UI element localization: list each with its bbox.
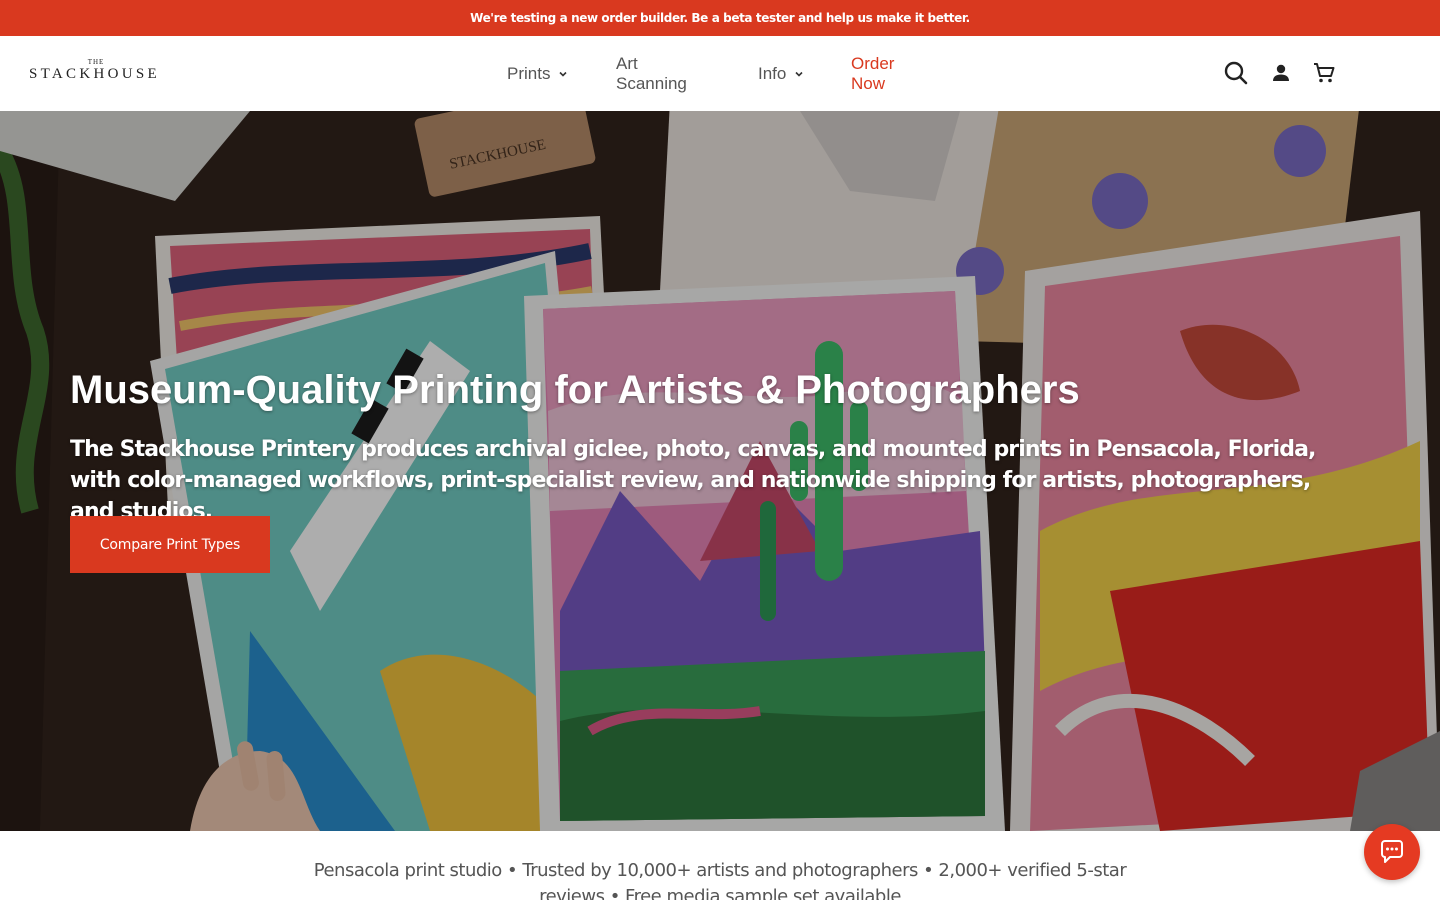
nav-label-info: Info	[758, 64, 787, 83]
chevron-down-icon	[559, 71, 568, 77]
logo-small-text: THE	[87, 58, 105, 66]
nav-item-prints[interactable]: Prints	[507, 63, 568, 85]
hero-section: STACKHOUSE Museum-Quality Printing for A…	[0, 111, 1440, 831]
nav-item-info[interactable]: Info	[758, 63, 804, 85]
nav-label-art-scanning: Art Scanning	[616, 54, 687, 93]
logo-main-text: STACKHOUSE	[29, 66, 160, 82]
hero-subtitle: The Stackhouse Printery produces archiva…	[70, 437, 1316, 524]
nav-label-order-now: Order Now	[851, 54, 895, 93]
cart-icon[interactable]	[1311, 60, 1337, 86]
site-header: THE STACKHOUSE Prints Art Scanning Info …	[0, 36, 1440, 111]
nav-label-prints: Prints	[507, 64, 551, 83]
nav-item-order-now[interactable]: Order Now	[851, 54, 894, 93]
chat-icon	[1381, 840, 1403, 863]
hero-title: Museum-Quality Printing for Artists & Ph…	[70, 368, 1080, 412]
trust-bar-text: Pensacola print studio • Trusted by 10,0…	[313, 860, 1127, 900]
account-icon[interactable]	[1268, 60, 1294, 86]
chevron-down-icon	[795, 71, 803, 77]
nav-item-art-scanning[interactable]: Art Scanning	[616, 54, 687, 93]
search-icon[interactable]	[1223, 60, 1249, 86]
site-logo[interactable]: THE STACKHOUSE	[29, 58, 169, 88]
announcement-text[interactable]: We're testing a new order builder. Be a …	[470, 11, 970, 25]
chat-button[interactable]	[1364, 824, 1420, 880]
compare-print-types-button[interactable]: Compare Print Types	[70, 516, 270, 573]
announcement-bar[interactable]: We're testing a new order builder. Be a …	[0, 0, 1440, 36]
